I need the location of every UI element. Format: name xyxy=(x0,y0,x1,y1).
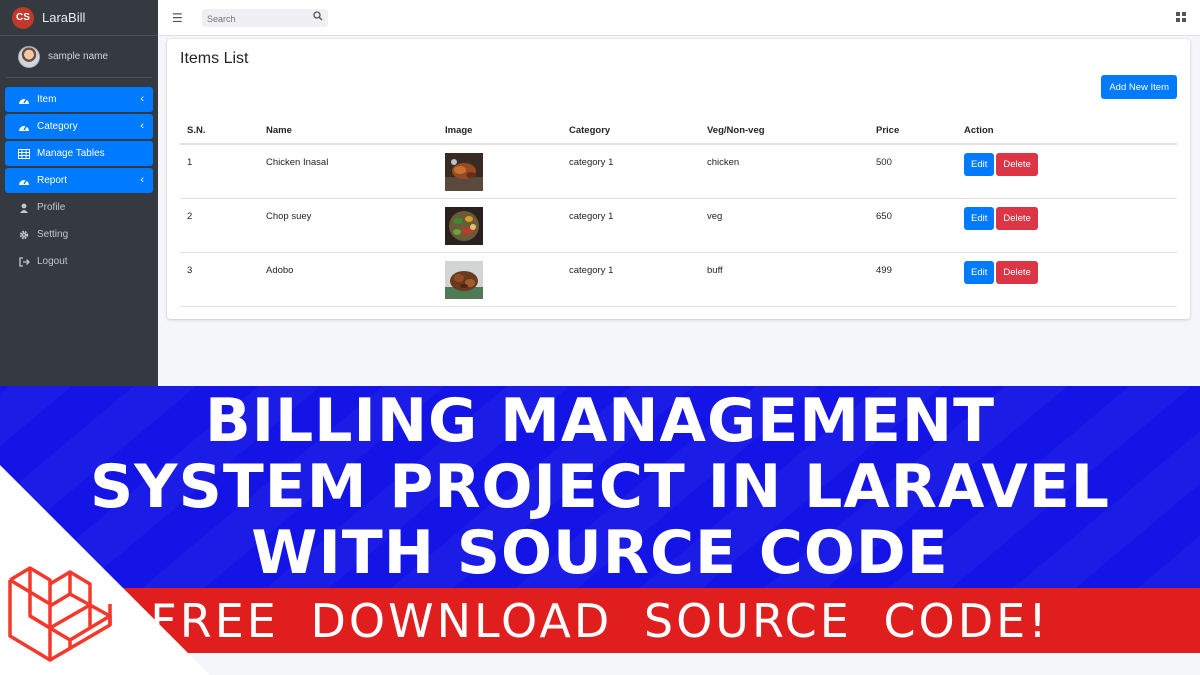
banner-headline: BILLING MANAGEMENT SYSTEM PROJECT IN LAR… xyxy=(0,386,1200,588)
brand-name: LaraBill xyxy=(42,10,86,25)
avatar xyxy=(18,45,40,68)
cell-name: Chicken Inasal xyxy=(259,144,438,199)
apps-grid-icon[interactable] xyxy=(1176,12,1186,22)
cell-sn: 2 xyxy=(180,198,259,253)
table-row: 2 Chop suey category 1 veg 650 Edit Delet… xyxy=(180,198,1177,253)
column-header: Name xyxy=(259,117,438,145)
laravel-logo-icon xyxy=(8,566,112,662)
dashboard-icon xyxy=(17,94,31,106)
column-header: Action xyxy=(957,117,1177,145)
page-title: Items List xyxy=(180,50,249,67)
sidebar-item-item[interactable]: Item ‹ xyxy=(5,87,153,112)
brand-logo: CS xyxy=(12,6,34,29)
cell-category: category 1 xyxy=(562,198,700,253)
sidebar-item-manage-tables[interactable]: Manage Tables xyxy=(5,141,153,166)
sidebar-item-label: Manage Tables xyxy=(37,148,105,159)
search-icon[interactable] xyxy=(313,11,323,24)
cell-name: Chop suey xyxy=(259,198,438,253)
search-input[interactable] xyxy=(202,10,308,28)
edit-button[interactable]: Edit xyxy=(964,153,995,176)
add-new-item-button[interactable]: Add New Item xyxy=(1101,75,1177,99)
gear-icon xyxy=(17,229,31,241)
cell-price: 500 xyxy=(869,144,957,199)
chevron-left-icon: ‹ xyxy=(140,120,144,132)
chevron-left-icon: ‹ xyxy=(140,174,144,186)
sidebar-item-report[interactable]: Report ‹ xyxy=(5,168,153,193)
column-header: Image xyxy=(438,117,562,145)
sidebar-item-label: Setting xyxy=(37,229,69,240)
dashboard-icon xyxy=(17,121,31,133)
sidebar-item-logout[interactable]: Logout xyxy=(5,249,153,274)
sidebar-item-setting[interactable]: Setting xyxy=(5,222,153,247)
chevron-left-icon: ‹ xyxy=(140,93,144,105)
column-header: Veg/Non-veg xyxy=(700,117,869,145)
sidebar-item-label: Category xyxy=(37,121,78,132)
items-card: Items List Add New Item S.N. Name Image … xyxy=(167,39,1190,319)
table-row: 1 Chicken Inasal category 1 chicken 500 … xyxy=(180,144,1177,199)
items-table: S.N. Name Image Category Veg/Non-veg Pri… xyxy=(180,117,1177,307)
user-name: sample name xyxy=(48,51,109,62)
headline-line: BILLING MANAGEMENT xyxy=(204,386,996,456)
cell-type: buff xyxy=(700,252,869,307)
cell-sn: 3 xyxy=(180,252,259,307)
dashboard-icon xyxy=(17,175,31,187)
cell-name: Adobo xyxy=(259,252,438,307)
user-panel[interactable]: sample name xyxy=(6,36,152,78)
delete-button[interactable]: Delete xyxy=(996,206,1038,230)
edit-button[interactable]: Edit xyxy=(964,206,995,230)
banner-subline: FREE DOWNLOAD SOURCE CODE! xyxy=(150,593,1050,648)
table-row: 3 Adobo category 1 buff 499 Edit Delete xyxy=(180,252,1177,307)
sidebar-item-label: Profile xyxy=(37,202,66,213)
sidebar-item-label: Item xyxy=(37,94,57,105)
headline-line: WITH SOURCE CODE xyxy=(251,518,949,588)
cell-type: chicken xyxy=(700,144,869,199)
search-box xyxy=(202,9,328,28)
delete-button[interactable]: Delete xyxy=(996,260,1038,284)
column-header: Category xyxy=(562,117,700,145)
delete-button[interactable]: Delete xyxy=(996,153,1038,176)
cell-category: category 1 xyxy=(562,252,700,307)
column-header: Price xyxy=(869,117,957,145)
table-header-row: S.N. Name Image Category Veg/Non-veg Pri… xyxy=(180,117,1177,145)
item-image xyxy=(445,260,483,299)
sidebar-nav: Item ‹ Category ‹ Manage Tables Report ‹ xyxy=(0,87,158,274)
cell-category: category 1 xyxy=(562,144,700,199)
top-navbar: ☰ xyxy=(158,0,1200,36)
cell-sn: 1 xyxy=(180,144,259,199)
hamburger-menu-icon[interactable]: ☰ xyxy=(172,11,183,25)
table-icon xyxy=(17,148,31,160)
cell-type: veg xyxy=(700,198,869,253)
brand[interactable]: CS LaraBill xyxy=(0,0,158,36)
item-image xyxy=(445,153,483,191)
sidebar-item-profile[interactable]: Profile xyxy=(5,195,153,220)
item-image xyxy=(445,206,483,245)
headline-line: SYSTEM PROJECT IN LARAVEL xyxy=(89,452,1111,522)
sidebar-item-label: Logout xyxy=(37,256,68,267)
sidebar-item-label: Report xyxy=(37,175,68,186)
logout-icon xyxy=(17,256,31,268)
edit-button[interactable]: Edit xyxy=(964,260,995,284)
cell-price: 650 xyxy=(869,198,957,253)
cell-price: 499 xyxy=(869,252,957,307)
sidebar-item-category[interactable]: Category ‹ xyxy=(5,114,153,139)
column-header: S.N. xyxy=(180,117,259,145)
user-icon xyxy=(17,202,31,214)
